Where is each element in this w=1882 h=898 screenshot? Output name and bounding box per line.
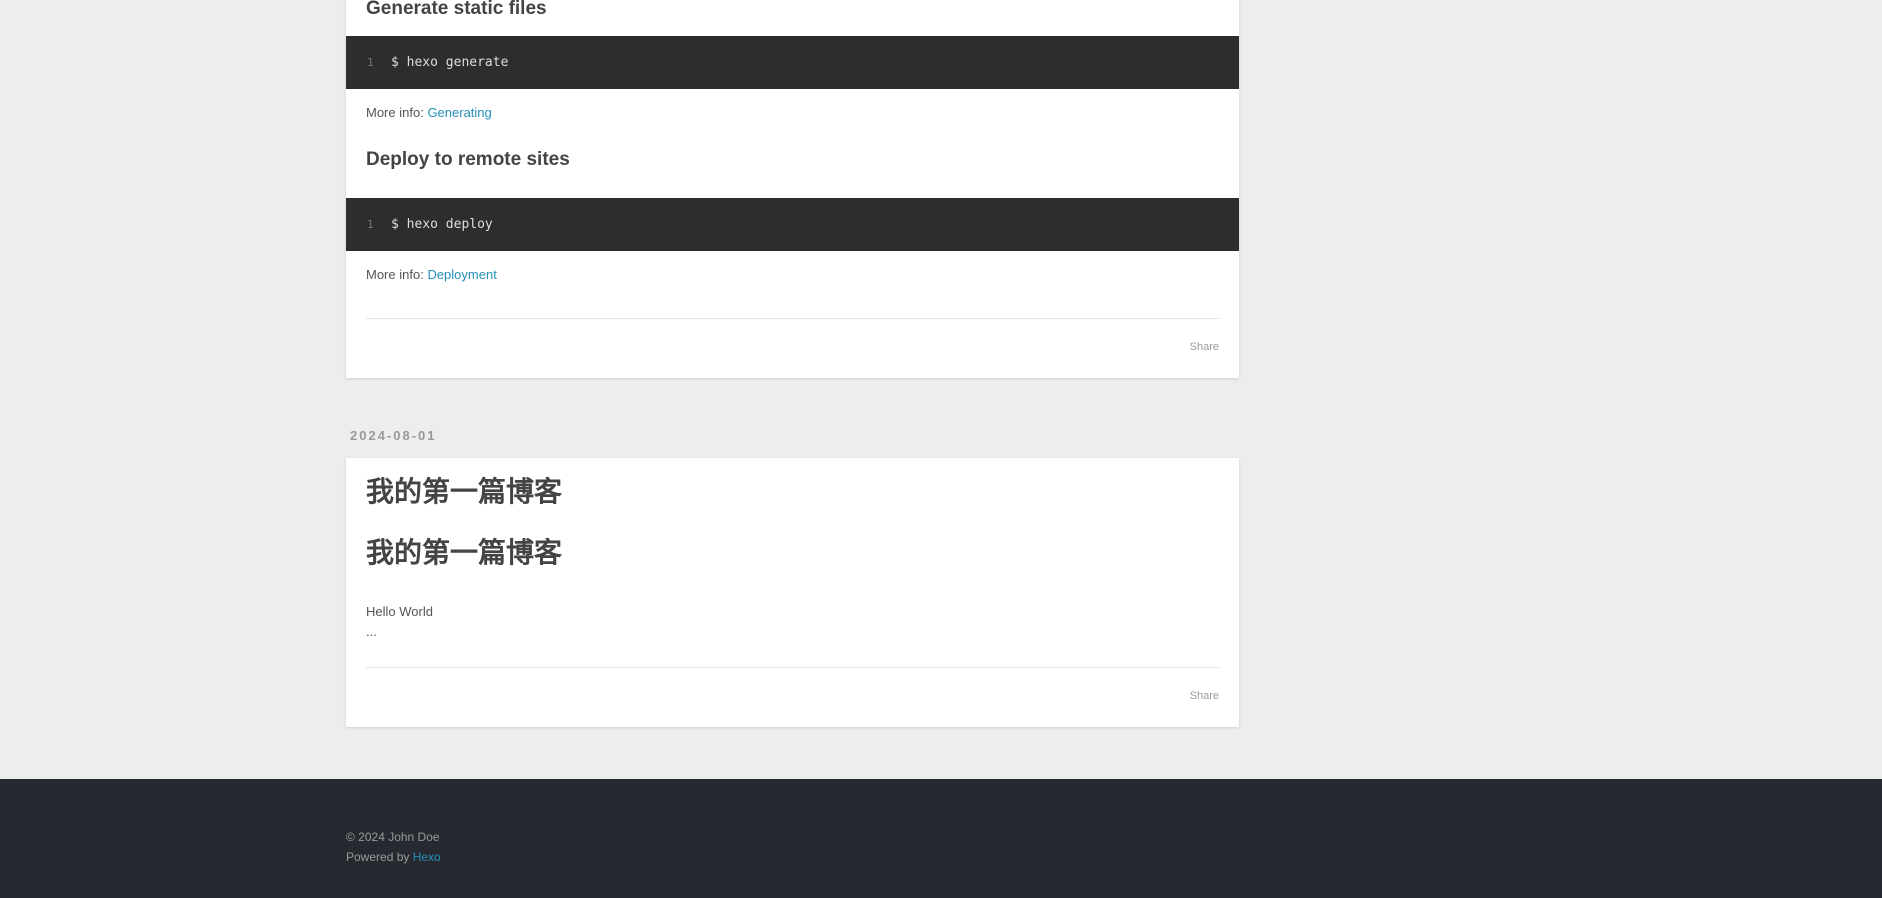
generating-link[interactable]: Generating [427, 105, 491, 120]
heading-deploy-remote-sites: Deploy to remote sites [366, 149, 570, 170]
page: Generate static files 1 $ hexo generate … [0, 0, 1882, 898]
powered-by-label: Powered by [346, 850, 410, 864]
more-info-label: More info: [366, 267, 424, 282]
post-body-text: Hello World [366, 604, 433, 619]
post-heading: 我的第一篇博客 [366, 536, 563, 569]
footer-copyright: © 2024 John Doe [346, 830, 440, 844]
footer-powered-by: Powered by Hexo [346, 850, 441, 864]
article-divider [366, 667, 1219, 668]
hexo-link[interactable]: Hexo [413, 850, 441, 864]
post-date[interactable]: 2024-08-01 [350, 428, 437, 443]
share-button[interactable]: Share [1190, 690, 1219, 702]
article-divider [366, 318, 1219, 319]
line-number: 1 [367, 56, 374, 69]
code-line: $ hexo deploy [391, 217, 493, 232]
more-info-generating: More info: Generating [366, 105, 492, 120]
line-number: 1 [367, 218, 374, 231]
more-info-deployment: More info: Deployment [366, 267, 497, 282]
code-block-generate: 1 $ hexo generate [346, 36, 1239, 89]
code-block-deploy: 1 $ hexo deploy [346, 198, 1239, 251]
heading-generate-static-files: Generate static files [366, 0, 547, 19]
site-footer: © 2024 John Doe Powered by Hexo [0, 779, 1882, 898]
post-excerpt-ellipsis: ... [366, 624, 377, 639]
share-button[interactable]: Share [1190, 341, 1219, 353]
article-card: 我的第一篇博客 我的第一篇博客 Hello World ... Share [346, 458, 1239, 727]
post-title[interactable]: 我的第一篇博客 [366, 478, 562, 506]
deployment-link[interactable]: Deployment [427, 267, 496, 282]
article-card: Generate static files 1 $ hexo generate … [346, 0, 1239, 378]
more-info-label: More info: [366, 105, 424, 120]
code-line: $ hexo generate [391, 55, 509, 70]
